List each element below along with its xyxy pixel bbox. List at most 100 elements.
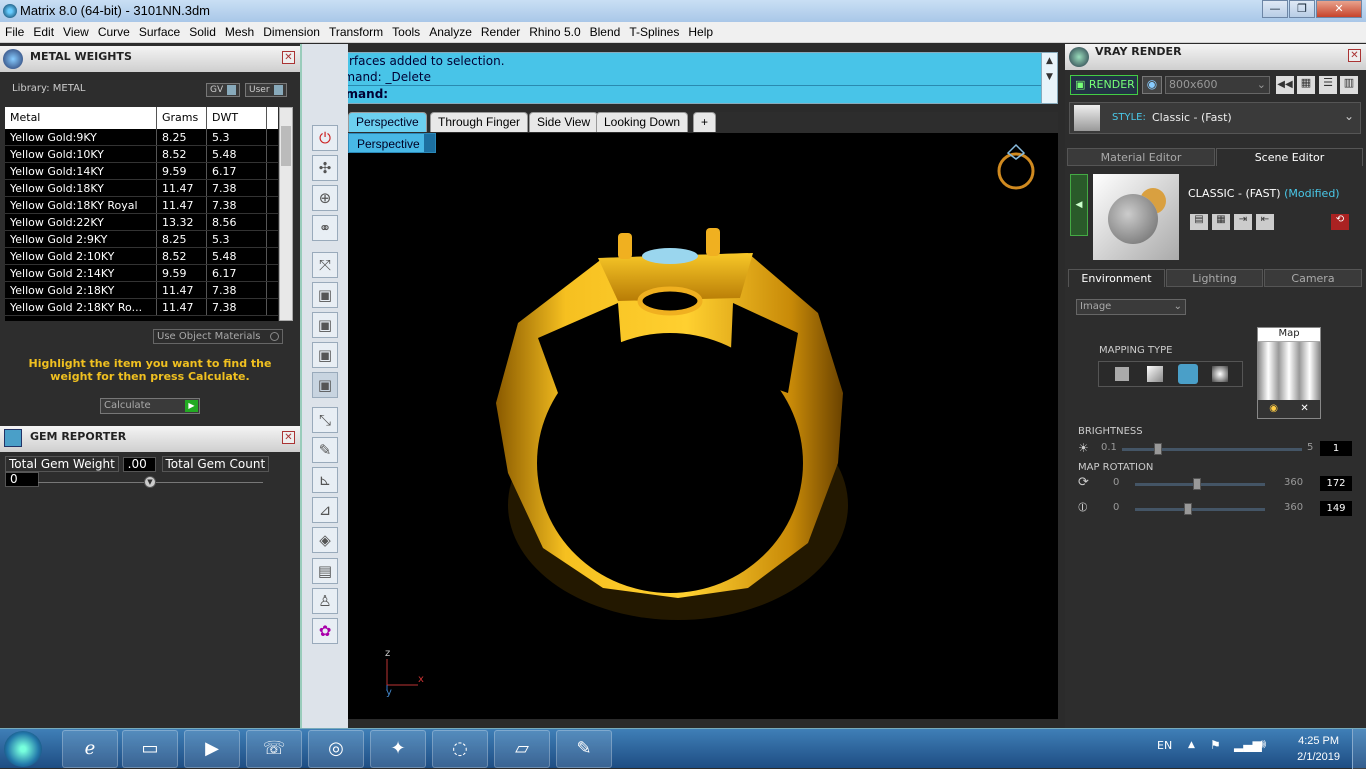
command-prompt[interactable]: Command: xyxy=(316,85,1041,102)
table-row[interactable]: Yellow Gold:18KY 11.47 7.38 xyxy=(5,180,278,197)
tab-environment[interactable]: Environment xyxy=(1068,269,1165,287)
show-desktop-button[interactable] xyxy=(1352,729,1366,769)
menu-transform[interactable]: Transform xyxy=(324,22,387,40)
menu-render[interactable]: Render xyxy=(476,22,524,40)
menu-help[interactable]: Help xyxy=(683,22,717,40)
viber-icon[interactable]: ☏ xyxy=(246,730,302,768)
paint-icon[interactable]: ✎ xyxy=(556,730,612,768)
horizontal-rotation-slider[interactable]: ⟳ 0 360 172 xyxy=(1078,475,1353,492)
rewind-icon[interactable]: ◀◀ xyxy=(1276,76,1294,94)
gear-icon[interactable]: ✿ xyxy=(312,618,338,644)
stop-icon[interactable]: ⏻ xyxy=(312,125,338,151)
close-icon[interactable]: ✕ xyxy=(1300,400,1308,418)
action-center-icon[interactable]: ⚑ xyxy=(1210,738,1221,752)
maximize-button[interactable]: ❐ xyxy=(1289,0,1315,18)
map-preview[interactable]: Map ◉ ✕ xyxy=(1257,327,1321,419)
gumball-icon[interactable]: ⤧ xyxy=(312,252,338,278)
expand-icon[interactable]: ▼ xyxy=(144,476,156,488)
menu-blend[interactable]: Blend xyxy=(585,22,625,40)
menu-view[interactable]: View xyxy=(58,22,93,40)
box-icon[interactable]: ▣ xyxy=(312,342,338,368)
tab-lighting[interactable]: Lighting xyxy=(1166,269,1263,287)
menu-file[interactable]: File xyxy=(0,22,28,40)
close-icon[interactable]: ✕ xyxy=(282,51,295,64)
import-icon[interactable]: ⇤ xyxy=(1256,214,1274,230)
menu-rhino[interactable]: Rhino 5.0 xyxy=(524,22,584,40)
ruler-icon[interactable]: ⊿ xyxy=(312,497,338,523)
rotation1-value[interactable]: 172 xyxy=(1320,476,1352,491)
gallery-icon[interactable]: ▦ xyxy=(1297,76,1315,94)
chrome-icon[interactable]: ◎ xyxy=(308,730,364,768)
tab-through-finger[interactable]: Through Finger xyxy=(430,112,529,132)
resolution-dropdown[interactable]: 800x600 ⌄ xyxy=(1165,76,1270,94)
viewport[interactable]: Perspective z x y xyxy=(348,133,1058,719)
volume-icon[interactable]: 🔊︎ xyxy=(1258,737,1266,752)
notes-icon[interactable]: ▱ xyxy=(494,730,550,768)
slider-knob[interactable] xyxy=(1184,503,1193,515)
pen-icon[interactable]: ✎ xyxy=(312,437,338,463)
table-scrollbar[interactable] xyxy=(279,107,293,321)
slider-knob[interactable] xyxy=(1193,478,1202,490)
matrix-app-icon[interactable]: ◌ xyxy=(432,730,488,768)
box-icon[interactable]: ▣ xyxy=(312,312,338,338)
media-player-icon[interactable]: ▶ xyxy=(184,730,240,768)
user-toggle[interactable]: User xyxy=(245,83,287,97)
ie-icon[interactable]: ℯ xyxy=(62,730,118,768)
column-grams[interactable]: Grams xyxy=(157,107,207,129)
brightness-slider[interactable]: ☀ 0.1 5 1 xyxy=(1078,441,1353,457)
environment-type-dropdown[interactable]: Image ⌄ xyxy=(1076,299,1186,315)
slider-knob[interactable] xyxy=(1154,443,1162,455)
close-button[interactable]: ✕ xyxy=(1316,0,1362,18)
tab-looking-down[interactable]: Looking Down xyxy=(596,112,689,132)
table-row[interactable]: Yellow Gold:10KY 8.52 5.48 xyxy=(5,146,278,163)
close-icon[interactable]: ✕ xyxy=(282,431,295,444)
tray-expand-icon[interactable]: ▲ xyxy=(1188,740,1195,750)
close-icon[interactable]: ✕ xyxy=(1348,49,1361,62)
figure-icon[interactable]: ♙ xyxy=(312,588,338,614)
start-button[interactable] xyxy=(4,731,42,767)
scale-icon[interactable]: ⤡ xyxy=(312,407,338,433)
box-icon[interactable]: ▣ xyxy=(312,372,338,398)
save-as-icon[interactable]: ▦ xyxy=(1212,214,1230,230)
language-indicator[interactable]: EN xyxy=(1157,739,1172,752)
clock[interactable]: 4:25 PM 2/1/2019 xyxy=(1297,733,1340,765)
menu-solid[interactable]: Solid xyxy=(184,22,220,40)
nodes-icon[interactable]: ⚭ xyxy=(312,215,338,241)
menu-analyze[interactable]: Analyze xyxy=(424,22,476,40)
command-scrollbar[interactable]: ▲ ▼ xyxy=(1041,53,1057,103)
tab-material-editor[interactable]: Material Editor xyxy=(1067,148,1215,166)
menu-tools[interactable]: Tools xyxy=(387,22,424,40)
axis-icon[interactable]: ✣ xyxy=(312,155,338,181)
box-icon[interactable]: ▣ xyxy=(312,282,338,308)
menu-dimension[interactable]: Dimension xyxy=(258,22,324,40)
table-row[interactable]: Yellow Gold:18KY Royal 11.47 7.38 xyxy=(5,197,278,214)
minimize-button[interactable]: — xyxy=(1262,0,1288,18)
menu-mesh[interactable]: Mesh xyxy=(220,22,258,40)
tab-camera[interactable]: Camera xyxy=(1264,269,1362,287)
globe-icon[interactable]: ⊕ xyxy=(312,185,338,211)
color-picker-icon[interactable]: ◉ xyxy=(1269,400,1278,418)
globe-icon[interactable]: ◉ xyxy=(1142,76,1162,94)
layers-icon[interactable]: ◈ xyxy=(312,527,338,553)
menu-curve[interactable]: Curve xyxy=(93,22,134,40)
spherical-mapping-icon[interactable] xyxy=(1178,364,1198,384)
tab-side-view[interactable]: Side View xyxy=(529,112,599,132)
save-icon[interactable]: ▤ xyxy=(1190,214,1208,230)
hdri-mapping-icon[interactable] xyxy=(1212,366,1228,382)
collapse-left-icon[interactable]: ◀ xyxy=(1070,174,1088,236)
folder-icon[interactable]: ▭ xyxy=(122,730,178,768)
column-metal[interactable]: Metal xyxy=(5,107,157,129)
menu-surface[interactable]: Surface xyxy=(134,22,184,40)
scroll-thumb[interactable] xyxy=(281,126,291,166)
slider-track[interactable] xyxy=(1135,508,1265,511)
menu-tsplines[interactable]: T-Splines xyxy=(624,22,683,40)
table-row[interactable]: Yellow Gold:14KY 9.59 6.17 xyxy=(5,163,278,180)
table-row[interactable]: Yellow Gold 2:14KY 9.59 6.17 xyxy=(5,265,278,282)
table-row[interactable]: Yellow Gold:9KY 8.25 5.3 xyxy=(5,129,278,146)
planar-mapping-icon[interactable] xyxy=(1115,367,1129,381)
brightness-value[interactable]: 1 xyxy=(1320,441,1352,456)
app-icon[interactable] xyxy=(3,4,17,18)
grid-icon[interactable]: ▥ xyxy=(1340,76,1358,94)
render-button[interactable]: ▣ RENDER xyxy=(1070,75,1138,95)
reset-icon[interactable]: ⟲ xyxy=(1331,214,1349,230)
